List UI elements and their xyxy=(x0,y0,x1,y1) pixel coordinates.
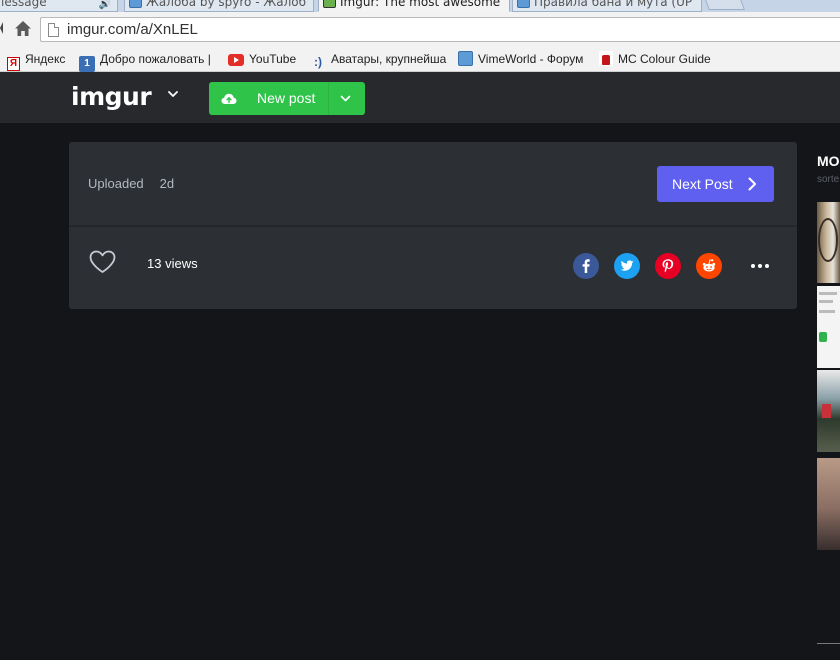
view-count: 13 views xyxy=(147,256,198,271)
tab-title: Правила бана и мута (UP xyxy=(534,0,693,9)
vimeworld-icon xyxy=(129,0,142,8)
twitter-share-button[interactable] xyxy=(614,253,640,279)
facebook-share-button[interactable] xyxy=(573,253,599,279)
bookmark-label: YouTube xyxy=(249,52,297,66)
sidebar-title: MO xyxy=(817,153,840,169)
yandex-icon: Я xyxy=(7,57,20,71)
post-meta: Uploaded 2d xyxy=(88,176,174,191)
bookmark-yandex[interactable]: Я Яндекс xyxy=(7,50,66,71)
twitter-icon xyxy=(620,260,634,271)
sidebar-thumbnail[interactable] xyxy=(817,458,840,550)
pinterest-icon xyxy=(662,259,674,273)
sidebar-divider xyxy=(817,643,840,644)
tab-title: Imgur: The most awesome xyxy=(340,0,501,9)
uploaded-label: Uploaded xyxy=(88,176,144,191)
pinterest-share-button[interactable] xyxy=(655,253,681,279)
bookmark-youtube[interactable]: YouTube xyxy=(228,50,296,68)
divider xyxy=(69,225,797,227)
next-post-label: Next Post xyxy=(672,176,733,192)
bookmark-mc-colour-guide[interactable]: MC Colour Guide xyxy=(599,50,711,68)
chevron-right-icon xyxy=(748,177,756,191)
cloud-upload-icon xyxy=(221,93,237,104)
chevron-down-icon[interactable] xyxy=(340,94,351,103)
tab-imgur[interactable]: Imgur: The most awesome xyxy=(318,0,510,12)
chevron-down-icon[interactable] xyxy=(168,89,178,99)
vimeworld-icon xyxy=(458,51,473,66)
new-post-label: New post xyxy=(257,90,316,106)
tab-title: lessage xyxy=(1,0,47,9)
bookmark-vimeworld[interactable]: VimeWorld - Форум xyxy=(458,50,583,68)
bookmark-label: Яндекс xyxy=(25,52,66,66)
tab-rules[interactable]: Правила бана и мута (UP xyxy=(512,0,702,12)
imgur-logo[interactable]: imgur xyxy=(71,82,152,111)
bookmark-label: Аватары, крупнейша xyxy=(331,52,447,66)
uploaded-time: 2d xyxy=(159,176,175,191)
thumbnail-badge xyxy=(819,332,827,342)
vimeworld-icon xyxy=(517,0,530,8)
tab-complaint[interactable]: Жалоба by spyro - Жалоб xyxy=(124,0,314,12)
new-post-button[interactable]: New post xyxy=(209,82,365,115)
thumbnail-line xyxy=(819,310,835,313)
smile-icon: :) xyxy=(314,55,322,69)
browser-tab-strip: lessage 🔊 Жалоба by spyro - Жалоб Imgur:… xyxy=(0,0,840,12)
dot xyxy=(751,264,755,268)
tab-title: Жалоба by spyro - Жалоб xyxy=(146,0,307,9)
bookmark-label: MC Colour Guide xyxy=(618,52,711,66)
mc-icon xyxy=(599,51,613,66)
home-icon[interactable] xyxy=(14,20,32,37)
facebook-icon xyxy=(582,259,590,273)
bookmark-label: Добро пожаловать | xyxy=(100,52,211,66)
thumbnail-line xyxy=(819,292,837,295)
new-tab-button[interactable] xyxy=(703,0,745,10)
browser-toolbar: imgur.com/a/XnLEL xyxy=(0,12,840,46)
sidebar-thumbnail[interactable] xyxy=(817,370,840,452)
thumbnail-line xyxy=(819,300,833,303)
site-header: imgur New post xyxy=(0,72,840,123)
youtube-icon xyxy=(228,54,244,66)
back-arrow-icon[interactable] xyxy=(0,22,3,34)
heart-icon[interactable] xyxy=(89,250,116,274)
dot xyxy=(758,264,762,268)
imgur-icon xyxy=(323,0,336,8)
sidebar-sort-label[interactable]: sorte xyxy=(817,174,839,185)
button-separator xyxy=(328,82,329,115)
tab-message[interactable]: lessage 🔊 xyxy=(0,0,118,12)
bookmarks-bar: Я Яндекс 1 Добро пожаловать | YouTube :) Ав… xyxy=(0,46,840,72)
sidebar-thumbnail[interactable] xyxy=(817,202,840,283)
bookmark-avatars[interactable]: :) Аватары, крупнейша xyxy=(310,50,447,69)
sidebar-thumbnail[interactable] xyxy=(817,286,840,368)
post-card: Uploaded 2d Next Post 13 views xyxy=(69,142,797,309)
speaker-icon: 🔊 xyxy=(98,0,111,10)
page-icon xyxy=(48,23,59,37)
bookmark-label: VimeWorld - Форум xyxy=(478,52,584,66)
url-text: imgur.com/a/XnLEL xyxy=(67,21,198,38)
more-options-button[interactable] xyxy=(751,262,769,270)
reddit-share-button[interactable] xyxy=(696,253,722,279)
next-post-button[interactable]: Next Post xyxy=(657,166,774,202)
dot xyxy=(765,264,769,268)
one-icon: 1 xyxy=(79,56,95,72)
bookmark-welcome[interactable]: 1 Добро пожаловать | xyxy=(79,50,211,72)
reddit-icon xyxy=(702,259,716,272)
address-bar[interactable]: imgur.com/a/XnLEL xyxy=(40,17,840,42)
